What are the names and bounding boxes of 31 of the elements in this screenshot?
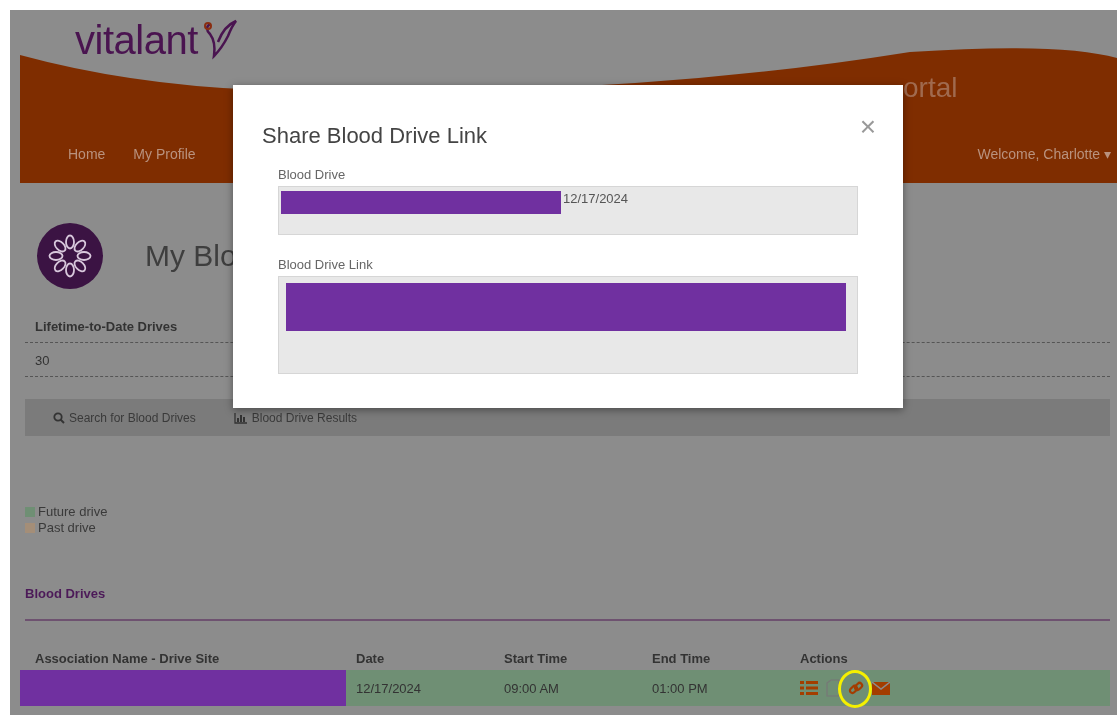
table-cell: 09:00 AM [494, 670, 642, 706]
legend-label: Future drive [38, 504, 108, 520]
column-header: Start Time [494, 645, 642, 670]
column-header: Actions [790, 645, 1110, 670]
dialog-title: Share Blood Drive Link [262, 123, 488, 149]
toolbar-link[interactable]: Search for Blood Drives [69, 410, 196, 425]
table-cell: 12/17/2024 [346, 670, 494, 706]
link-icon[interactable] [848, 680, 864, 696]
field-value: 12/17/2024 [563, 191, 629, 206]
user-menu[interactable]: Welcome, Charlotte ▾ [977, 146, 1111, 162]
table-cell: 01:00 PM [642, 670, 790, 706]
column-header: End Time [642, 645, 790, 670]
envelope-icon[interactable] [872, 681, 890, 695]
column-header: Date [346, 645, 494, 670]
list-icon[interactable] [800, 681, 818, 695]
toolbar-link[interactable]: Blood Drive Results [251, 410, 358, 425]
column-header: Association Name - Drive Site [25, 645, 346, 670]
legend-label: Past drive [38, 520, 96, 536]
field-label: Blood Drive Link [278, 257, 374, 272]
document-icon[interactable] [826, 679, 840, 697]
close-button[interactable]: × [859, 113, 876, 141]
text-field[interactable] [278, 276, 858, 374]
text-field[interactable]: 12/17/2024 [278, 186, 858, 235]
nav-link[interactable]: Home [68, 146, 106, 162]
portal-title: ortal [903, 72, 958, 104]
section-title: Blood Drives [25, 586, 107, 601]
search-icon [53, 411, 65, 424]
bar-chart-icon [233, 411, 248, 424]
logo-text: vitalant [75, 18, 198, 63]
field-label: Blood Drive [278, 167, 347, 182]
nav-link[interactable]: My Profile [133, 146, 196, 162]
